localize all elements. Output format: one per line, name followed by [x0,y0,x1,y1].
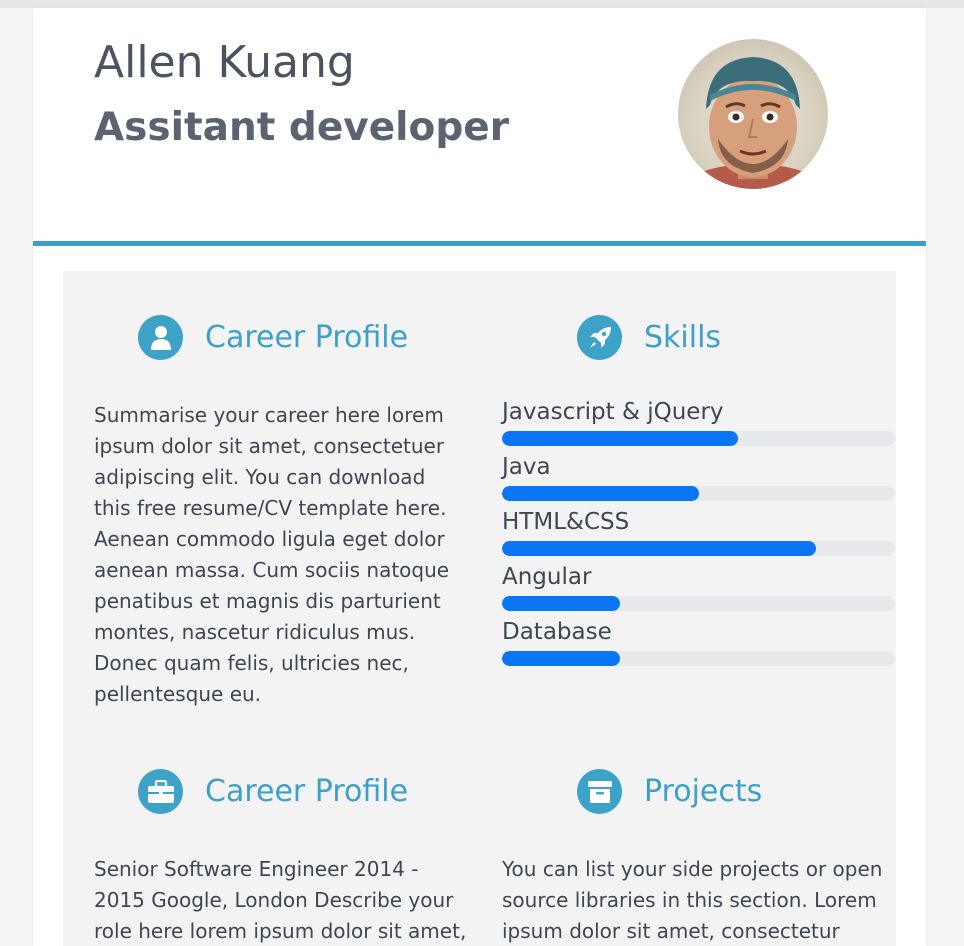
top-strip [0,0,964,8]
header-divider [33,241,926,246]
content-panel: Career Profile Summarise your career her… [63,271,896,946]
projects-heading: Projects [577,769,762,814]
avatar-portrait [683,57,823,189]
skill-label: Angular [502,564,592,590]
skill-bar-fill [502,486,699,501]
skill-bar [502,486,895,501]
skill-bar-fill [502,596,620,611]
skill-bar-fill [502,431,738,446]
skills-title: Skills [644,319,722,355]
resume-header: Allen Kuang Assitant developer [33,8,926,241]
skill-bar [502,431,895,446]
experience-title: Career Profile [205,773,409,809]
avatar [678,39,828,189]
projects-title: Projects [644,773,763,809]
projects-text: You can list your side projects or open … [502,857,883,943]
skill-bar [502,651,895,666]
skill-label: Java [502,454,551,480]
person-title: Assitant developer [94,105,509,150]
career-profile-heading: Career Profile [138,315,408,360]
skill-label: Javascript & jQuery [502,399,724,425]
skill-bar-fill [502,651,620,666]
archive-icon [577,769,622,814]
rocket-icon [577,315,622,360]
skill-label: HTML&CSS [502,509,630,535]
skills-heading: Skills [577,315,721,360]
experience-heading: Career Profile [138,769,408,814]
experience-text: Senior Software Engineer 2014 - 2015 Goo… [94,857,467,943]
user-icon [138,315,183,360]
career-profile-title: Career Profile [205,319,409,355]
skill-bar [502,596,895,611]
briefcase-icon [138,769,183,814]
resume-card: Allen Kuang Assitant developer Career Pr… [33,8,926,946]
skill-bar-fill [502,541,817,556]
career-summary-text: Summarise your career here lorem ipsum d… [94,403,450,706]
person-name: Allen Kuang [94,37,355,88]
skill-label: Database [502,619,612,645]
skill-bar [502,541,895,556]
